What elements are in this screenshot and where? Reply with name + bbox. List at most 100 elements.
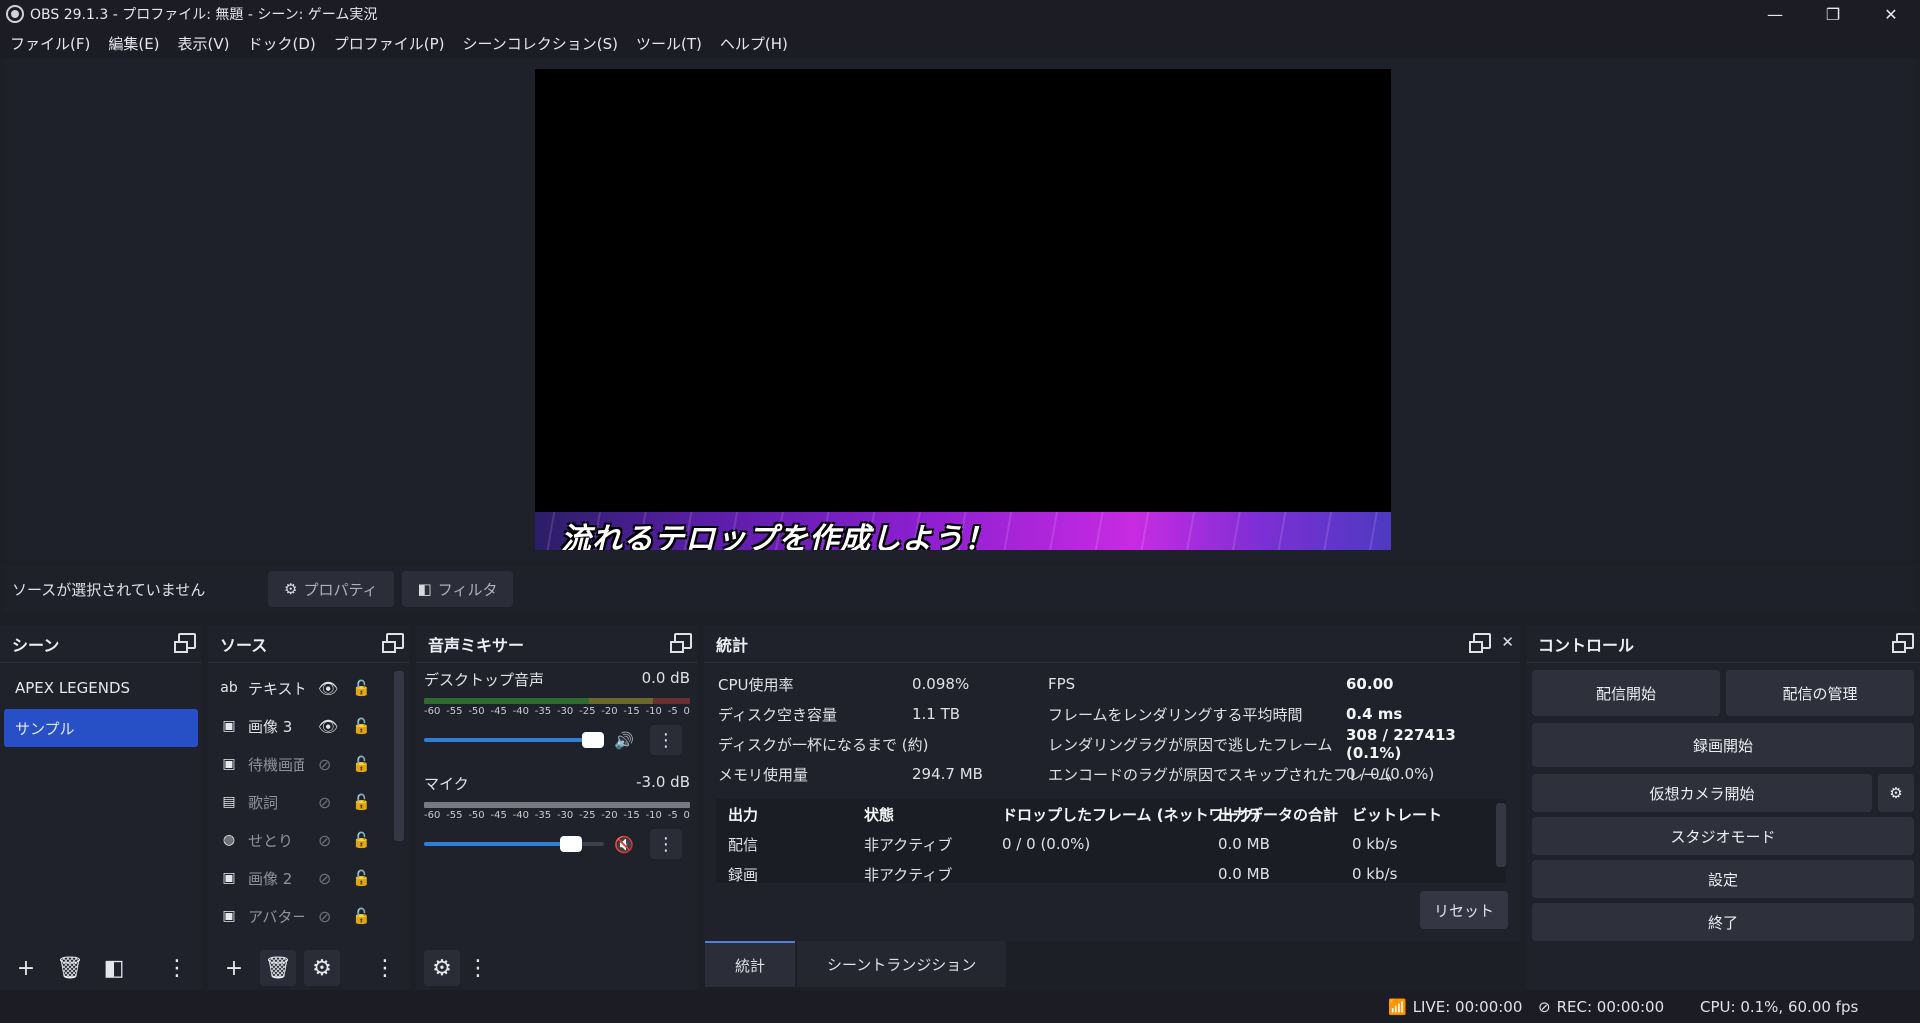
- menu-profile[interactable]: プロファイル(P): [328, 33, 457, 54]
- mixer-more-button[interactable]: ⋮: [467, 950, 489, 986]
- live-timer: LIVE: 00:00:00: [1412, 998, 1523, 1016]
- volume-slider[interactable]: [424, 732, 604, 748]
- source-item[interactable]: ab テキスト（ 👁 🔓: [208, 669, 410, 707]
- menu-view[interactable]: 表示(V): [172, 33, 242, 54]
- mixer-settings-button[interactable]: ⚙: [424, 950, 460, 986]
- volume-slider[interactable]: [424, 836, 604, 852]
- mixer-title: 音声ミキサー: [428, 635, 525, 655]
- menu-tools[interactable]: ツール(T): [630, 33, 714, 54]
- menu-file[interactable]: ファイル(F): [4, 33, 102, 54]
- tab-scene-transitions[interactable]: シーントランジション: [797, 941, 1007, 987]
- start-virtual-camera-button[interactable]: 仮想カメラ開始: [1532, 774, 1872, 812]
- scale-tick: -45: [490, 706, 507, 717]
- preview-canvas[interactable]: 流れるテロップを作成しよう！: [535, 69, 1391, 550]
- stat-label: エンコードのラグが原因でスキップされたフレーム: [1048, 765, 1393, 784]
- menu-docks[interactable]: ドック(D): [242, 33, 328, 54]
- stat-label: CPU使用率: [718, 675, 794, 694]
- meter-scale: -60 -55 -50 -45 -40 -35 -30 -25 -20 -15 -10 -5 0: [424, 706, 690, 717]
- eye-icon[interactable]: 👁: [318, 717, 338, 736]
- channel-menu-button[interactable]: ⋮: [649, 725, 682, 755]
- source-properties-button[interactable]: ⚙: [304, 950, 340, 986]
- start-streaming-button[interactable]: 配信開始: [1532, 670, 1720, 716]
- filters-button[interactable]: ◧ フィルタ: [401, 571, 514, 607]
- undock-icon[interactable]: [1892, 633, 1914, 653]
- start-recording-button[interactable]: 録画開始: [1532, 723, 1914, 767]
- table-row: 録画 非アクティブ 0.0 MB 0 kb/s: [716, 859, 1506, 883]
- scale-tick: -50: [468, 810, 485, 821]
- stat-value: 308 / 227413 (0.1%): [1346, 726, 1456, 762]
- menu-edit[interactable]: 編集(E): [102, 33, 171, 54]
- eye-hidden-icon[interactable]: ⊘: [318, 793, 331, 812]
- slider-handle[interactable]: [582, 732, 604, 748]
- source-item[interactable]: ▣ 待機画面 ⊘ 🔓: [208, 745, 410, 783]
- table-scrollbar[interactable]: [1496, 803, 1506, 867]
- undock-icon[interactable]: [382, 633, 404, 653]
- channel-menu-button[interactable]: ⋮: [649, 829, 682, 859]
- manage-stream-button[interactable]: 配信の管理: [1726, 670, 1914, 716]
- lock-icon[interactable]: 🔓: [352, 717, 371, 735]
- source-item[interactable]: ▣ アバター ⊘ 🔓: [208, 897, 410, 935]
- eye-hidden-icon[interactable]: ⊘: [318, 831, 331, 850]
- undock-icon[interactable]: [174, 633, 196, 653]
- stat-row: ディスク空き容量 1.1 TB フレームをレンダリングする平均時間 0.4 ms: [712, 699, 1512, 729]
- source-item[interactable]: ◍ せとり ⊘ 🔓: [208, 821, 410, 859]
- source-item[interactable]: ▣ 画像 2 ⊘ 🔓: [208, 859, 410, 897]
- close-icon[interactable]: ✕: [1501, 633, 1514, 651]
- volume-meter: [424, 802, 690, 808]
- restore-button[interactable]: ❐: [1804, 0, 1862, 28]
- lock-icon[interactable]: 🔓: [352, 831, 371, 849]
- lock-icon[interactable]: 🔓: [352, 755, 371, 773]
- source-more-button[interactable]: ⋮: [374, 950, 396, 986]
- speaker-muted-icon[interactable]: 🔇: [614, 835, 634, 854]
- scene-item-sample[interactable]: サンプル: [4, 709, 198, 747]
- undock-icon[interactable]: [670, 633, 692, 653]
- source-item[interactable]: ▣ 画像 3 👁 🔓: [208, 707, 410, 745]
- stats-header: 統計 ✕: [704, 625, 1520, 663]
- stat-row: ディスクが一杯になるまで (約) レンダリングラグが原因で逃したフレーム 308…: [712, 726, 1512, 762]
- virtual-camera-settings-button[interactable]: ⚙: [1878, 774, 1914, 812]
- table-cell: 0 / 0 (0.0%): [1002, 835, 1091, 853]
- eye-hidden-icon[interactable]: ⊘: [318, 869, 331, 888]
- add-scene-button[interactable]: +: [8, 950, 44, 986]
- undock-icon[interactable]: [1469, 633, 1492, 653]
- eye-icon[interactable]: 👁: [318, 679, 338, 698]
- scene-item-apex[interactable]: APEX LEGENDS: [4, 669, 198, 707]
- filters-label: フィルタ: [437, 580, 498, 599]
- sources-scrollbar[interactable]: [394, 671, 404, 841]
- tab-stats[interactable]: 統計: [705, 941, 796, 987]
- table-cell: 非アクティブ: [864, 865, 953, 884]
- scale-tick: -5: [667, 810, 678, 821]
- menu-help[interactable]: ヘルプ(H): [714, 33, 800, 54]
- delete-source-button[interactable]: 🗑: [260, 950, 296, 986]
- reset-button[interactable]: リセット: [1420, 891, 1508, 929]
- scene-filter-button[interactable]: ◧: [96, 950, 132, 986]
- scale-tick: -30: [556, 810, 574, 821]
- controls-header: コントロール: [1526, 625, 1920, 663]
- sources-title: ソース: [220, 635, 268, 655]
- stat-value: 0.098%: [912, 675, 970, 693]
- eye-hidden-icon[interactable]: ⊘: [318, 755, 331, 774]
- scale-tick: -60: [424, 810, 441, 821]
- scenes-header: シーン: [0, 625, 202, 663]
- speaker-icon[interactable]: 🔊: [614, 731, 634, 750]
- properties-button[interactable]: ⚙ プロパティ: [268, 571, 394, 607]
- minimize-button[interactable]: —: [1746, 0, 1804, 28]
- lock-icon[interactable]: 🔓: [352, 679, 371, 697]
- settings-button[interactable]: 設定: [1532, 860, 1914, 898]
- menu-scene-collection[interactable]: シーンコレクション(S): [457, 33, 630, 54]
- lock-icon[interactable]: 🔓: [352, 907, 371, 925]
- scene-more-button[interactable]: ⋮: [166, 950, 188, 986]
- eye-hidden-icon[interactable]: ⊘: [318, 907, 331, 926]
- exit-button[interactable]: 終了: [1532, 903, 1914, 941]
- status-bar: 📶 LIVE: 00:00:00 ⊘ REC: 00:00:00 CPU: 0.…: [0, 990, 1920, 1023]
- studio-mode-button[interactable]: スタジオモード: [1532, 817, 1914, 855]
- slider-handle[interactable]: [560, 836, 582, 852]
- add-source-button[interactable]: +: [216, 950, 252, 986]
- lock-icon[interactable]: 🔓: [352, 793, 371, 811]
- lock-icon[interactable]: 🔓: [352, 869, 371, 887]
- delete-scene-button[interactable]: 🗑: [52, 950, 88, 986]
- scale-tick: -40: [512, 810, 529, 821]
- source-item[interactable]: ▤ 歌詞 ⊘ 🔓: [208, 783, 410, 821]
- close-button[interactable]: ✕: [1862, 0, 1920, 28]
- dock-tabs: 統計 シーントランジション: [705, 941, 1008, 987]
